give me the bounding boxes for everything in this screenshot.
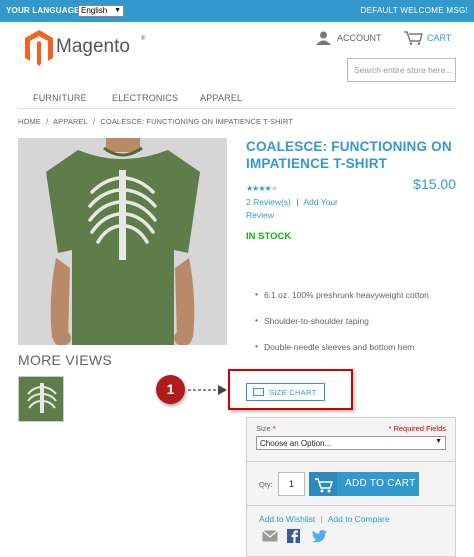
user-icon: [316, 31, 331, 45]
feature-item: Double-needle sleeves and bottom hem: [255, 341, 429, 368]
rating-stars: ★★★★★: [246, 184, 278, 193]
required-asterisk: *: [272, 424, 276, 433]
size-label-text: Size: [256, 424, 271, 433]
nav-item-apparel[interactable]: APPAREL: [200, 93, 242, 103]
search-input[interactable]: Search entire store here...: [347, 58, 456, 82]
ruler-icon: [253, 388, 264, 396]
reviews-separator: |: [296, 197, 299, 207]
add-to-compare-link[interactable]: Add to Compare: [328, 514, 390, 524]
cart-label: CART: [427, 33, 452, 43]
facebook-icon[interactable]: [287, 529, 300, 546]
product-thumbnail[interactable]: [18, 376, 64, 422]
add-to-cart-button[interactable]: ADD TO CART: [309, 472, 419, 496]
language-label: YOUR LANGUAGE:: [6, 6, 83, 15]
product-main-image[interactable]: [18, 138, 227, 345]
chevron-down-icon: ▼: [435, 438, 442, 445]
product-price: $15.00: [413, 176, 456, 192]
feature-item: 6.1 oz. 100% preshrunk heavyweight cotto…: [255, 289, 429, 316]
required-fields-note: * Required Fields: [388, 424, 446, 433]
twitter-icon[interactable]: [312, 530, 327, 545]
links-separator: |: [320, 514, 323, 524]
email-icon[interactable]: [262, 530, 278, 545]
account-label: ACCOUNT: [337, 33, 382, 43]
cart-icon: [309, 472, 337, 496]
add-to-wishlist-link[interactable]: Add to Wishlist: [259, 514, 315, 524]
breadcrumb-separator: /: [93, 117, 96, 126]
breadcrumb-apparel[interactable]: APPAREL: [53, 117, 88, 126]
tshirt-image: [18, 138, 227, 345]
qty-input[interactable]: 1: [278, 472, 305, 496]
feature-item: Shoulder-to-shoulder taping: [255, 315, 429, 342]
feature-list: 6.1 oz. 100% preshrunk heavyweight cotto…: [255, 289, 429, 368]
product-links: Add to Wishlist | Add to Compare: [259, 514, 390, 524]
annotation-arrow-icon: [188, 385, 227, 395]
nav-item-furniture[interactable]: FURNITURE: [33, 93, 87, 103]
stock-status: IN STOCK: [246, 231, 292, 242]
logo-registered-mark: ®: [141, 36, 146, 42]
size-select[interactable]: Choose an Option... ▼: [256, 436, 446, 450]
top-bar: YOUR LANGUAGE: English ▼ DEFAULT WELCOME…: [0, 0, 474, 22]
product-title: COALESCE: FUNCTIONING ON IMPATIENCE T-SH…: [246, 139, 452, 171]
size-label: Size *: [256, 424, 276, 433]
main-nav: FURNITURE ELECTRONICS APPAREL: [18, 91, 456, 109]
divider: [247, 505, 455, 506]
size-chart-button[interactable]: SIZE CHART: [246, 383, 325, 401]
star-filled-icon: ★★★★: [246, 184, 272, 193]
language-select-value: English: [81, 6, 108, 15]
more-views-heading: MORE VIEWS: [18, 352, 113, 368]
breadcrumb-current: COALESCE: FUNCTIONING ON IMPATIENCE T-SH…: [100, 117, 293, 126]
qty-label: Qty:: [259, 480, 273, 489]
chevron-down-icon: ▼: [114, 7, 121, 14]
breadcrumb-separator: /: [46, 117, 49, 126]
search-placeholder: Search entire store here...: [354, 65, 453, 75]
logo[interactable]: Magento ®: [25, 30, 150, 66]
magento-logo-icon: [25, 30, 53, 66]
tshirt-thumbnail-image: [19, 377, 63, 421]
welcome-message: DEFAULT WELCOME MSG!: [360, 6, 468, 15]
add-to-cart-label: ADD TO CART: [345, 478, 416, 489]
reviews-block: 2 Review(s) | Add Your Review: [246, 196, 356, 222]
language-select[interactable]: English ▼: [78, 5, 124, 17]
breadcrumb-home[interactable]: HOME: [18, 117, 41, 126]
star-empty-icon: ★: [270, 184, 278, 193]
annotation-number-badge: 1: [156, 375, 185, 404]
cart-icon: [404, 31, 423, 45]
divider: [247, 461, 455, 462]
reviews-link[interactable]: 2 Review(s): [246, 197, 291, 207]
size-chart-label: SIZE CHART: [269, 388, 317, 397]
size-select-value: Choose an Option...: [260, 439, 332, 448]
logo-text: Magento: [56, 36, 130, 57]
breadcrumb: HOME / APPAREL / COALESCE: FUNCTIONING O…: [18, 117, 296, 126]
nav-item-electronics[interactable]: ELECTRONICS: [112, 93, 178, 103]
